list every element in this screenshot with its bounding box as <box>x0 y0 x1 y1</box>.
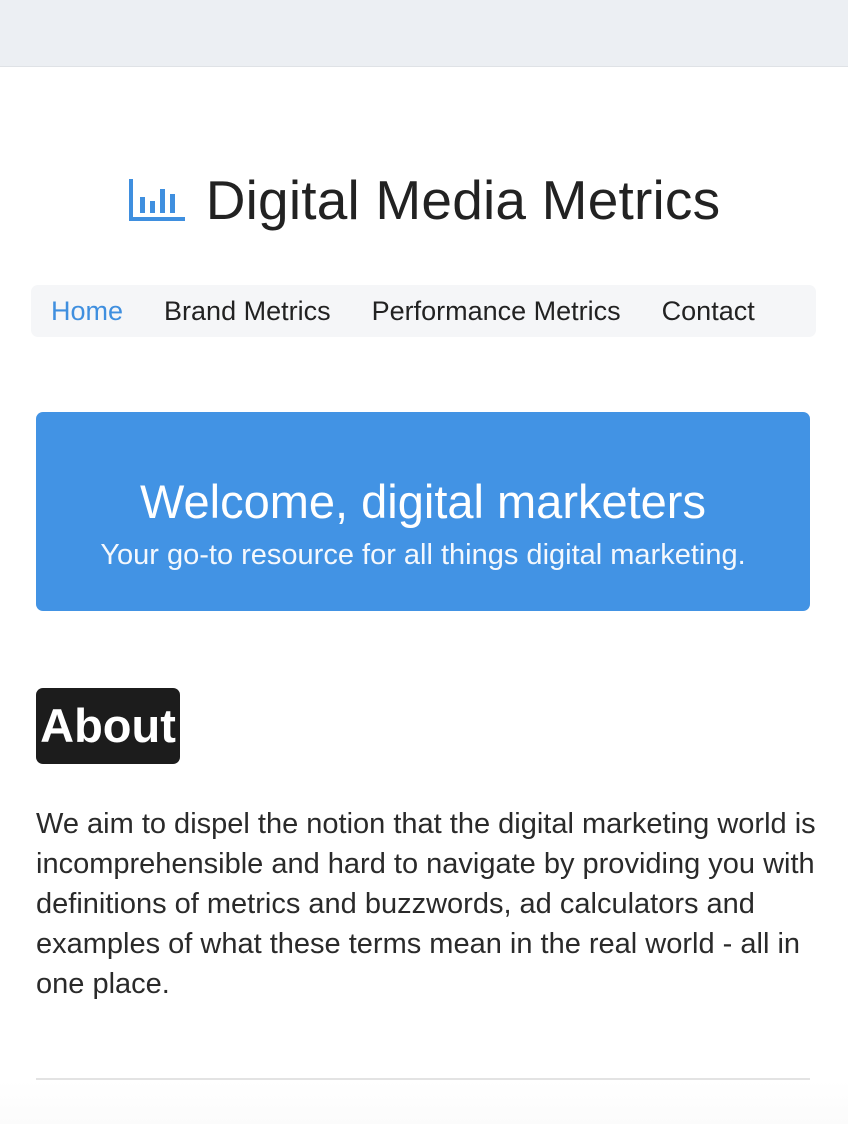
page-bottom <box>0 1080 848 1124</box>
about-heading: About <box>36 688 180 764</box>
site-header: Digital Media Metrics <box>0 160 848 240</box>
nav-item-home[interactable]: Home <box>51 296 123 327</box>
about-body: We aim to dispel the notion that the dig… <box>36 808 816 1000</box>
nav-item-brand-metrics[interactable]: Brand Metrics <box>164 296 331 327</box>
hero-title: Welcome, digital marketers <box>140 475 706 528</box>
main-nav: Home Brand Metrics Performance Metrics C… <box>31 285 816 337</box>
nav-item-performance-metrics[interactable]: Performance Metrics <box>372 296 621 327</box>
hero-banner: Welcome, digital marketers Your go-to re… <box>36 412 810 611</box>
hero-subtitle: Your go-to resource for all things digit… <box>100 539 746 571</box>
browser-top-bar <box>0 0 848 67</box>
nav-item-contact[interactable]: Contact <box>662 296 755 327</box>
site-title: Digital Media Metrics <box>205 169 721 231</box>
bar-chart-icon <box>128 179 185 221</box>
